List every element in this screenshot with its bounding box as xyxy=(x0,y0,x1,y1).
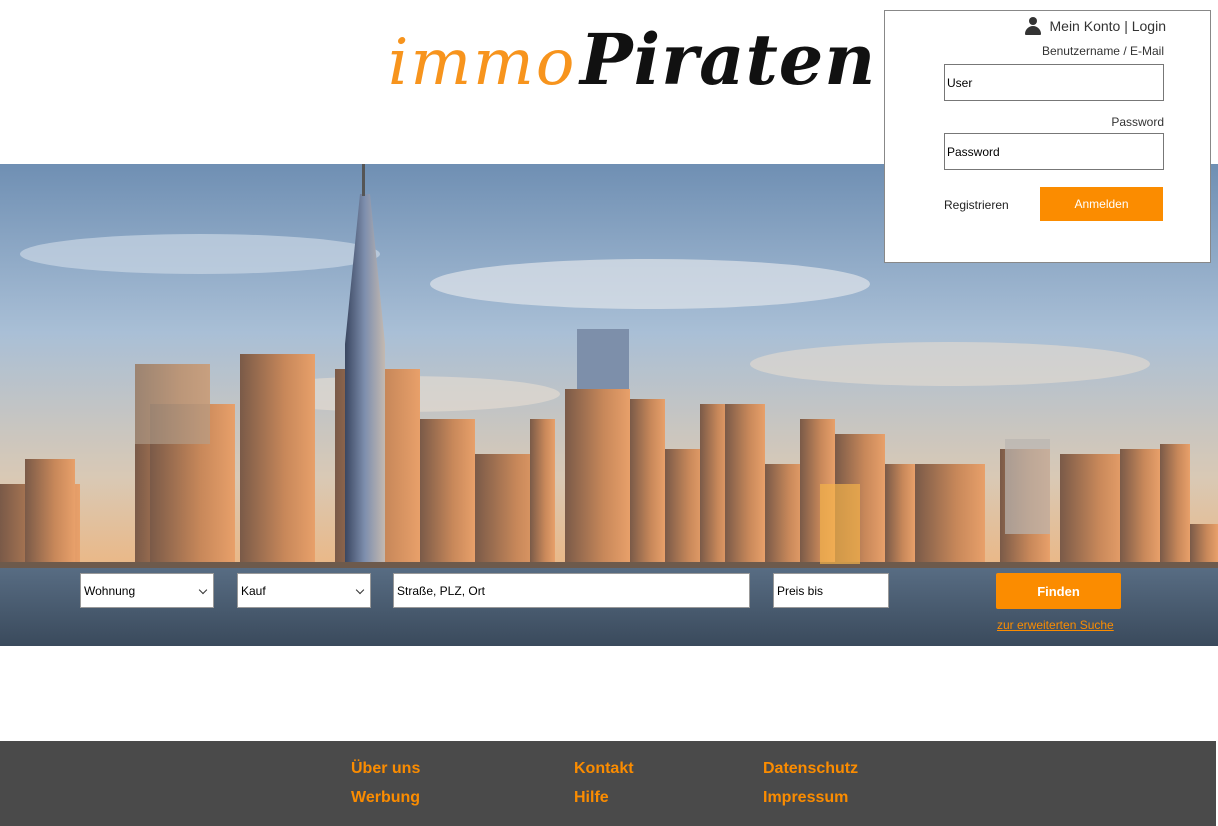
chevron-down-icon xyxy=(356,587,364,595)
logo-immo-text: immo xyxy=(388,26,577,100)
username-label: Benutzername / E-Mail xyxy=(1041,44,1164,58)
logo-piraten-text: Piraten xyxy=(580,18,877,101)
footer: Über uns Werbung Kontakt Hilfe Datenschu… xyxy=(0,741,1216,826)
location-input[interactable]: Straße, PLZ, Ort xyxy=(393,573,750,608)
login-button[interactable]: Anmelden xyxy=(1040,187,1163,221)
footer-link-imprint[interactable]: Impressum xyxy=(763,789,848,807)
footer-link-help[interactable]: Hilfe xyxy=(574,789,609,807)
footer-link-contact[interactable]: Kontakt xyxy=(574,760,634,778)
username-field[interactable] xyxy=(944,64,1164,101)
chevron-down-icon xyxy=(199,587,207,595)
site-logo[interactable]: immo Piraten xyxy=(388,18,875,108)
footer-link-advertising[interactable]: Werbung xyxy=(351,789,420,807)
register-link[interactable]: Registrieren xyxy=(944,198,1009,212)
location-placeholder: Straße, PLZ, Ort xyxy=(397,583,486,598)
find-button[interactable]: Finden xyxy=(996,573,1121,609)
login-panel: Mein Konto | Login Benutzername / E-Mail… xyxy=(884,10,1211,263)
property-type-select[interactable]: Wohnung xyxy=(80,573,214,608)
max-price-input[interactable]: Preis bis xyxy=(773,573,889,608)
password-label: Password xyxy=(1111,115,1164,129)
account-login-link[interactable]: Mein Konto | Login xyxy=(1050,18,1167,34)
max-price-placeholder: Preis bis xyxy=(777,583,824,598)
user-icon xyxy=(1024,17,1042,35)
offer-mode-value: Kauf xyxy=(241,583,266,598)
advanced-search-link[interactable]: zur erweiterten Suche xyxy=(997,618,1114,632)
offer-mode-select[interactable]: Kauf xyxy=(237,573,371,608)
footer-link-privacy[interactable]: Datenschutz xyxy=(763,760,858,778)
login-header: Mein Konto | Login xyxy=(1024,17,1167,35)
footer-link-about[interactable]: Über uns xyxy=(351,760,420,778)
property-type-value: Wohnung xyxy=(84,583,136,598)
password-field[interactable] xyxy=(944,133,1164,170)
